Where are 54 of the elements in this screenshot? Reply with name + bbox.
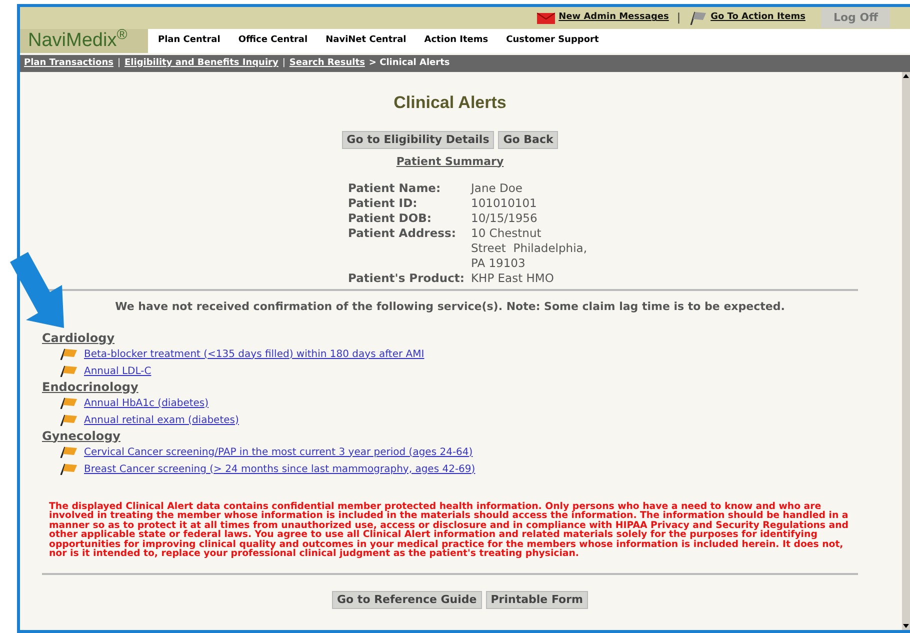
header-link[interactable]: New Admin Messages <box>558 11 669 25</box>
category-heading: Endocrinology <box>42 380 138 394</box>
flag-icon <box>60 414 78 426</box>
category-heading: Cardiology <box>42 330 115 346</box>
nav-tab[interactable]: Plan Central <box>158 34 220 48</box>
nav-tab[interactable]: Office Central <box>238 34 308 48</box>
flag-icon <box>60 365 78 377</box>
action-button[interactable]: Go to Eligibility Details <box>342 130 494 148</box>
action-button[interactable]: Printable Form <box>486 590 588 608</box>
flag-icon <box>60 446 78 458</box>
scroll-down-icon[interactable] <box>902 622 910 630</box>
logo: NaviMedix$^{®}$ <box>20 29 148 53</box>
nav-tab[interactable]: NaviNet Central <box>326 34 406 48</box>
notice-text: We have not received confirmation of the following service(s). Note: Some claim lag time is to be expected. <box>115 299 785 315</box>
field-label: Patient Name: <box>348 181 442 196</box>
alert-link[interactable]: Annual LDL-C <box>84 364 152 378</box>
header-link[interactable]: Go To Action Items <box>710 11 806 25</box>
disclaimer-text: The displayed Clinical Alert data contains confidential member protected health information. Only persons who have a need to know and who are involved in treating the member whose information is included in the materials should access the information. The information should be handled in a manner so as to protect it at all times from unauthorized use, access or disclosure and in compliance with HIPAA Privacy and Security Regulations and other applicable state or federal laws. You agree to use all Clinical Alert information and related materials solely for the purposes for identifying opportunities for improving clinical quality and outcomes in your medical practice for the members whose information is included herein. It does not, nor is it intended to, replace your professional clinical judgment as the patient's treating physician. <box>49 502 850 558</box>
action-button[interactable]: Go Back <box>498 130 558 148</box>
page-title: Clinical Alerts <box>394 92 506 114</box>
flag-icon <box>60 397 78 409</box>
field-value: KHP East HMO <box>471 271 555 286</box>
envelope-icon <box>536 12 555 24</box>
field-label: Patient DOB: <box>348 211 432 226</box>
breadcrumb-link[interactable]: Search Results <box>289 56 365 70</box>
field-label: Patient's Product: <box>348 271 466 286</box>
section-heading: Patient Summary <box>396 154 504 170</box>
separator: | <box>116 56 122 70</box>
field-value: Street Philadelphia, <box>471 241 587 256</box>
alert-link[interactable]: Breast Cancer screening (> 24 months since last mammography, ages 42-69) <box>84 462 476 476</box>
category-heading: Gynecology <box>42 428 120 444</box>
flag-icon <box>60 463 78 475</box>
nav-tab[interactable]: Customer Support <box>506 34 599 48</box>
field-value: PA 19103 <box>471 256 526 271</box>
field-value: Jane Doe <box>471 181 524 196</box>
breadcrumb-link[interactable]: Plan Transactions <box>24 56 114 70</box>
breadcrumb-current: > Clinical Alerts <box>368 56 450 70</box>
flag-icon <box>60 348 78 360</box>
breadcrumb-link[interactable]: Eligibility and Benefits Inquiry <box>124 56 278 70</box>
separator: | <box>281 56 286 70</box>
nav-tab[interactable]: Action Items <box>424 34 488 48</box>
separator: | <box>676 10 681 26</box>
alert-link[interactable]: Cervical Cancer screening/PAP in the most current 3 year period (ages 24-64) <box>84 444 473 460</box>
scrollbar[interactable] <box>902 72 910 630</box>
flag-icon <box>688 11 707 25</box>
field-label: Patient ID: <box>348 196 418 211</box>
field-label: Patient Address: <box>348 226 457 242</box>
alert-link[interactable]: Annual retinal exam (diabetes) <box>84 412 239 428</box>
alert-link[interactable]: Annual HbA1c (diabetes) <box>84 396 209 410</box>
alert-link[interactable]: Beta-blocker treatment (<135 days filled) within 180 days after AMI <box>84 346 424 362</box>
field-value: 10/15/1956 <box>471 211 538 226</box>
field-value: 101010101 <box>471 196 538 211</box>
field-value: 10 Chestnut <box>471 226 542 241</box>
action-button[interactable]: Go to Reference Guide <box>332 590 482 608</box>
